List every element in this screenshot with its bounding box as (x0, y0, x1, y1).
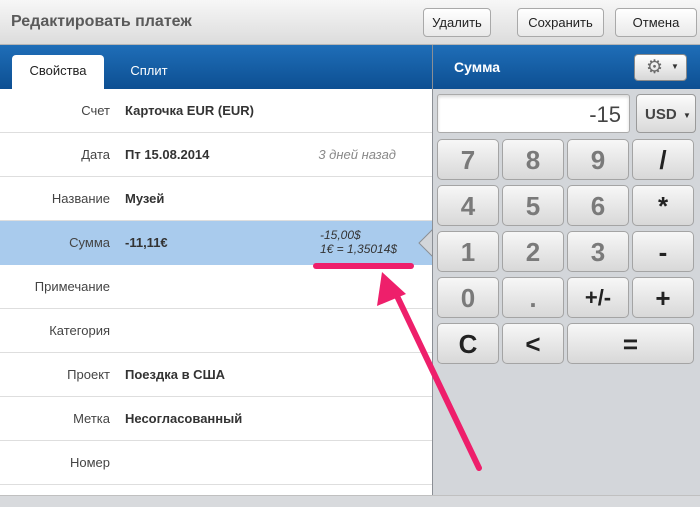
key-multiply[interactable]: * (632, 185, 694, 226)
key-8[interactable]: 8 (502, 139, 564, 180)
currency-code: USD (645, 106, 677, 123)
amount-label: Сумма (69, 235, 110, 250)
gear-icon: ⚙ (646, 57, 664, 78)
note-label: Примечание (34, 279, 110, 294)
field-row-account[interactable]: Счет Карточка EUR (EUR) (0, 89, 432, 133)
key-plus[interactable]: + (632, 277, 694, 318)
account-label: Счет (81, 103, 110, 118)
date-relative-note: 3 дней назад (318, 147, 396, 162)
key-minus[interactable]: - (632, 231, 694, 272)
key-divide[interactable]: / (632, 139, 694, 180)
selection-pointer (418, 229, 433, 257)
delete-button[interactable]: Удалить (423, 8, 491, 37)
title-bar: Редактировать платеж Удалить Сохранить О… (0, 0, 700, 45)
settings-button[interactable]: ⚙ ▼ (634, 54, 687, 81)
field-row-project[interactable]: Проект Поездка в США (0, 353, 432, 397)
currency-select[interactable]: USD ▼ (636, 94, 696, 133)
tab-properties[interactable]: Свойства (12, 55, 104, 89)
amount-display[interactable]: -15 (437, 94, 630, 133)
chevron-down-icon: ▼ (683, 111, 691, 120)
project-label: Проект (67, 367, 110, 382)
cancel-button[interactable]: Отмена (615, 8, 697, 37)
key-6[interactable]: 6 (567, 185, 629, 226)
account-value: Карточка EUR (EUR) (125, 103, 254, 118)
tab-split[interactable]: Сплит (112, 55, 186, 89)
key-3[interactable]: 3 (567, 231, 629, 272)
key-backspace[interactable]: < (502, 323, 564, 364)
key-1[interactable]: 1 (437, 231, 499, 272)
field-row-name[interactable]: Название Музей (0, 177, 432, 221)
field-row-category[interactable]: Категория (0, 309, 432, 353)
amount-value: -11,11€ (125, 235, 168, 250)
amount-conversion: -15,00$ 1€ = 1,35014$ (320, 228, 397, 256)
calculator-header: Сумма ⚙ ▼ (433, 45, 700, 89)
key-2[interactable]: 2 (502, 231, 564, 272)
calculator-panel: Сумма ⚙ ▼ -15 USD ▼ 7 8 9 / 4 5 6 * 1 2 … (433, 45, 700, 495)
key-5[interactable]: 5 (502, 185, 564, 226)
calculator-title: Сумма (454, 59, 501, 75)
field-row-number[interactable]: Номер (0, 441, 432, 485)
date-label: Дата (81, 147, 110, 162)
project-value: Поездка в США (125, 367, 226, 382)
key-equals[interactable]: = (567, 323, 694, 364)
window-title: Редактировать платеж (11, 13, 192, 30)
display-value: -15 (589, 102, 621, 127)
caret-down-icon: ▼ (671, 62, 679, 71)
save-button[interactable]: Сохранить (517, 8, 604, 37)
key-0[interactable]: 0 (437, 277, 499, 318)
field-row-amount[interactable]: Сумма -11,11€ -15,00$ 1€ = 1,35014$ (0, 221, 432, 265)
name-label: Название (51, 191, 110, 206)
tab-bar: Свойства Сплит (0, 45, 432, 89)
tag-value: Несогласованный (125, 411, 243, 426)
tag-label: Метка (73, 411, 110, 426)
properties-panel: Свойства Сплит Счет Карточка EUR (EUR) Д… (0, 45, 432, 495)
field-row-tag[interactable]: Метка Несогласованный (0, 397, 432, 441)
exchange-rate: 1€ = 1,35014$ (320, 242, 398, 256)
date-value: Пт 15.08.2014 (125, 147, 210, 162)
key-4[interactable]: 4 (437, 185, 499, 226)
name-value: Музей (125, 191, 165, 206)
category-label: Категория (49, 323, 110, 338)
field-row-note[interactable]: Примечание (0, 265, 432, 309)
key-plus-minus[interactable]: +/- (567, 277, 629, 318)
key-decimal[interactable]: . (502, 277, 564, 318)
field-row-date[interactable]: Дата Пт 15.08.2014 3 дней назад (0, 133, 432, 177)
number-label: Номер (69, 455, 110, 470)
key-9[interactable]: 9 (567, 139, 629, 180)
bottom-strip (0, 495, 700, 507)
key-clear[interactable]: C (437, 323, 499, 364)
key-7[interactable]: 7 (437, 139, 499, 180)
converted-amount: -15,00$ (320, 228, 361, 242)
